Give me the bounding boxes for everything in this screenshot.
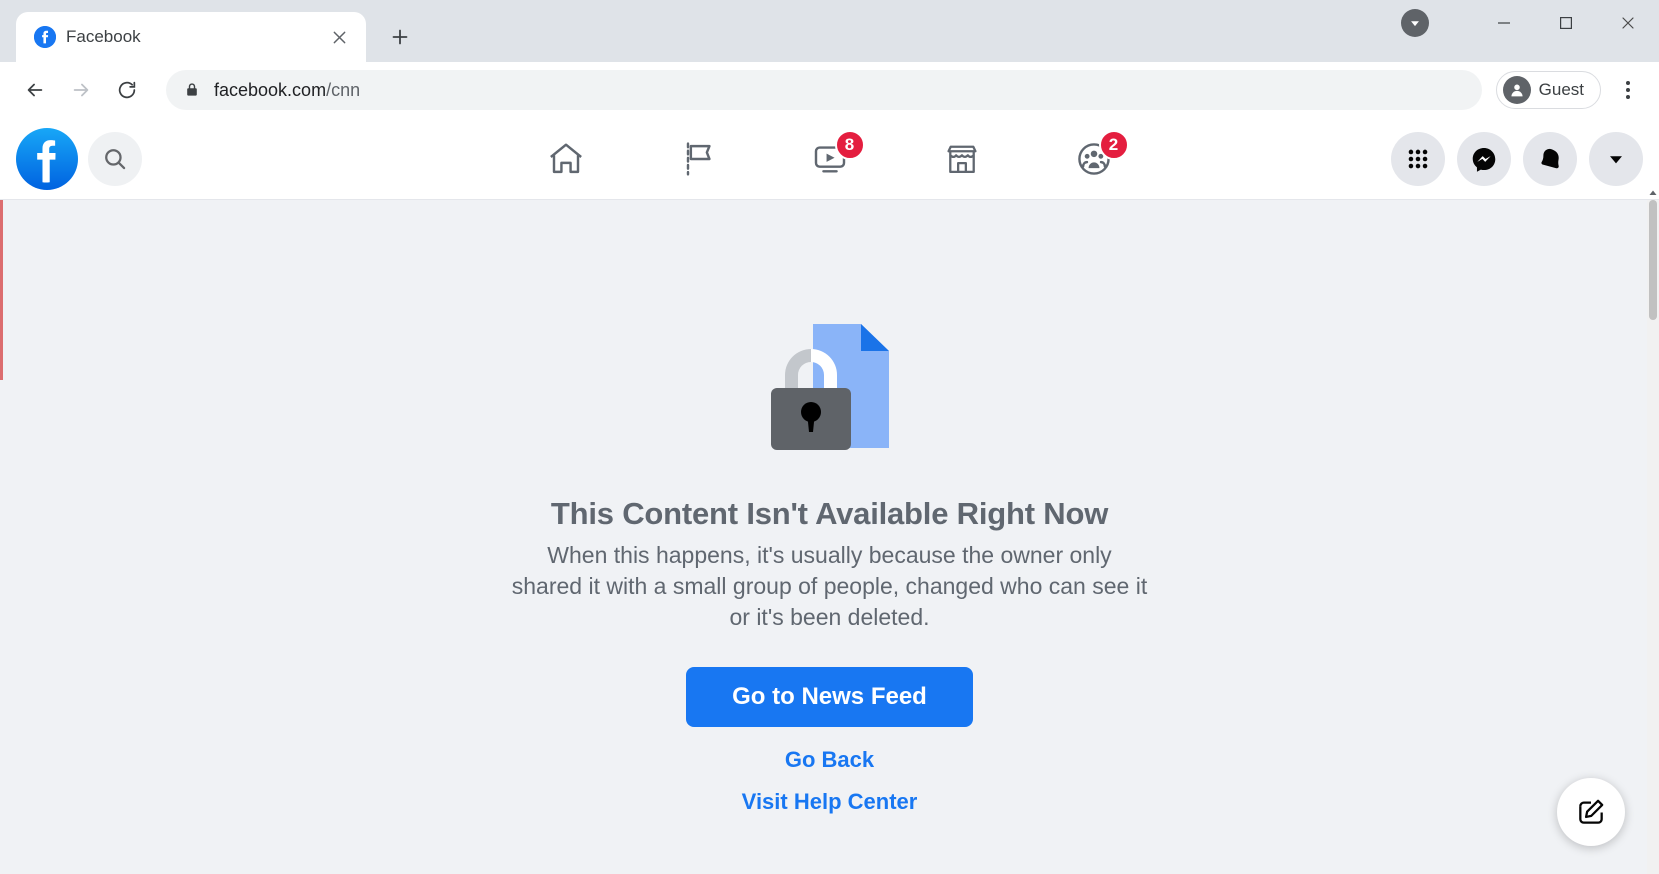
nav-item-pages[interactable] [661, 128, 735, 190]
address-host: facebook.com [214, 79, 327, 100]
account-dropdown-icon[interactable] [1589, 131, 1643, 186]
visit-help-center-link[interactable]: Visit Help Center [742, 789, 918, 815]
tab-title: Facebook [66, 27, 141, 46]
forward-button[interactable] [60, 69, 102, 111]
maximize-button[interactable] [1535, 0, 1597, 46]
page-scrollbar[interactable] [1647, 190, 1659, 874]
nav-item-groups[interactable]: 2 [1057, 128, 1131, 190]
browser-titlebar: Facebook [0, 0, 1659, 62]
reload-button[interactable] [106, 69, 148, 111]
address-bar[interactable]: facebook.com/cnn [166, 70, 1482, 110]
create-post-icon[interactable] [1557, 778, 1625, 846]
browser-toolbar: facebook.com/cnn Guest [0, 62, 1659, 118]
search-icon[interactable] [88, 131, 142, 186]
navbar-center: 8 2 [529, 128, 1131, 190]
error-title: This Content Isn't Available Right Now [550, 496, 1109, 531]
locked-document-icon [755, 312, 905, 460]
badge-watch: 8 [834, 129, 865, 160]
avatar [1502, 76, 1531, 104]
go-back-link[interactable]: Go Back [785, 747, 874, 773]
messenger-icon[interactable] [1457, 131, 1511, 186]
new-tab-button[interactable] [380, 17, 420, 57]
menu-grid-icon[interactable] [1391, 131, 1445, 186]
nav-item-watch[interactable]: 8 [793, 128, 867, 190]
download-icon[interactable] [1401, 9, 1429, 37]
go-to-news-feed-button[interactable]: Go to News Feed [686, 667, 973, 728]
address-path: /cnn [326, 79, 361, 100]
minimize-button[interactable] [1473, 0, 1535, 46]
browser-menu-button[interactable] [1611, 69, 1645, 111]
error-content: This Content Isn't Available Right Now W… [0, 200, 1659, 874]
nav-item-home[interactable] [529, 128, 603, 190]
nav-item-marketplace[interactable] [925, 128, 999, 190]
notifications-bell-icon[interactable] [1523, 131, 1577, 186]
back-button[interactable] [14, 69, 56, 111]
error-body: When this happens, it's usually because … [511, 542, 1148, 631]
scrollbar-thumb[interactable] [1649, 200, 1657, 320]
navbar-right [1391, 131, 1643, 186]
profile-button[interactable]: Guest [1495, 71, 1601, 109]
tab-strip: Facebook [0, 0, 420, 62]
browser-tab[interactable]: Facebook [16, 12, 366, 62]
facebook-navbar: 8 2 [0, 118, 1659, 200]
window-controls [1401, 0, 1659, 46]
navbar-left [16, 127, 142, 190]
address-text: facebook.com/cnn [214, 80, 360, 101]
page-viewport: 8 2 This Content Isn't Available Right N… [0, 118, 1659, 874]
lock-icon [184, 82, 200, 98]
badge-groups: 2 [1098, 129, 1129, 160]
close-icon[interactable] [326, 24, 352, 50]
browser-window: Facebook facebook.com/cnn Guest 8 2 This… [0, 0, 1659, 874]
close-window-button[interactable] [1597, 0, 1659, 46]
profile-name: Guest [1538, 80, 1584, 99]
facebook-logo-icon[interactable] [16, 127, 78, 190]
facebook-favicon-icon [34, 26, 56, 48]
scroll-up-icon[interactable] [1647, 186, 1659, 200]
